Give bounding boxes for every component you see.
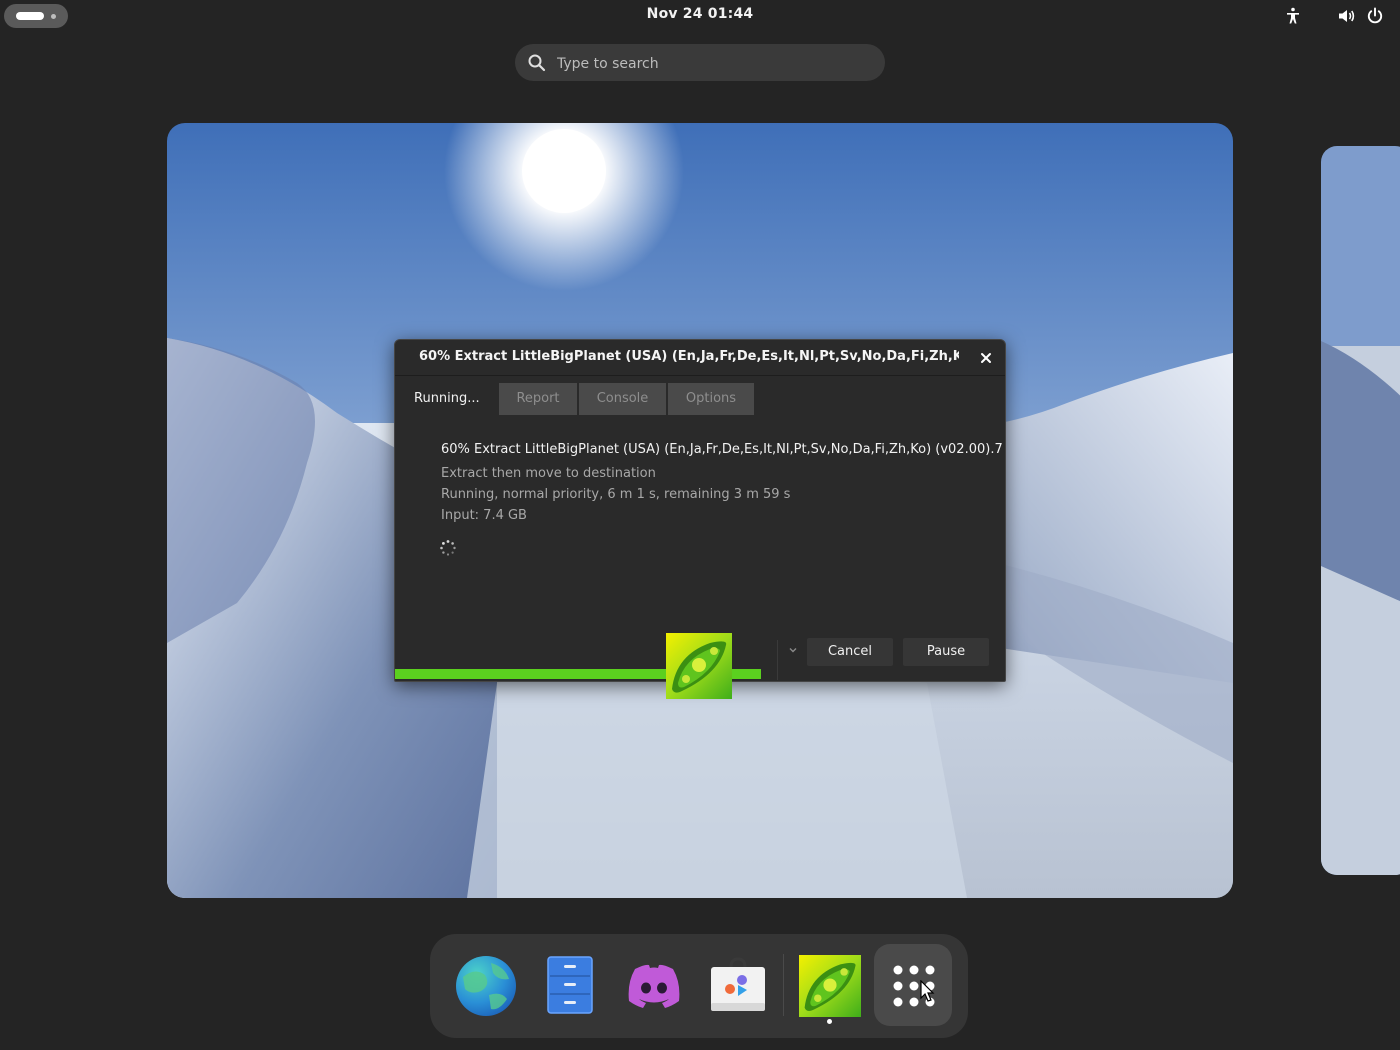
extract-progress-dialog[interactable]: 60% Extract LittleBigPlanet (USA) (En,Ja… (394, 339, 1006, 682)
search-input[interactable] (555, 52, 869, 76)
top-bar: Nov 24 01:44 (0, 0, 1400, 32)
task-name: 60% Extract LittleBigPlanet (USA) (En,Ja… (441, 442, 1003, 457)
files-icon (547, 956, 593, 1014)
discord-icon (628, 964, 680, 1008)
title-separator (395, 375, 1005, 376)
peazip-icon (799, 955, 861, 1017)
search-icon (528, 54, 546, 72)
files-launcher[interactable] (530, 944, 608, 1026)
cancel-button[interactable]: Cancel (807, 638, 893, 666)
task-operation: Extract then move to destination (441, 466, 656, 481)
volume-icon[interactable] (1337, 6, 1357, 26)
pause-button[interactable]: Pause (903, 638, 989, 666)
tab-running[interactable]: Running... (414, 383, 500, 415)
workspace-indicator-dot (51, 14, 56, 19)
tab-options[interactable]: Options (668, 383, 754, 415)
chevron-down-icon[interactable] (787, 644, 799, 656)
peazip-launcher[interactable] (790, 944, 868, 1026)
close-button[interactable] (977, 349, 995, 367)
software-store-icon (711, 957, 765, 1011)
workspace-indicator-active (16, 12, 44, 20)
dash (430, 934, 968, 1038)
software-store-launcher[interactable] (698, 944, 776, 1026)
discord-launcher[interactable] (614, 944, 692, 1026)
button-separator (777, 640, 778, 680)
task-input-size: Input: 7.4 GB (441, 508, 527, 523)
dialog-title: 60% Extract LittleBigPlanet (USA) (En,Ja… (419, 349, 959, 364)
dash-separator (783, 954, 784, 1016)
loading-spinner-icon (440, 540, 456, 556)
power-icon[interactable] (1365, 6, 1385, 26)
clock[interactable]: Nov 24 01:44 (600, 6, 800, 22)
task-status: Running, normal priority, 6 m 1 s, remai… (441, 487, 791, 502)
tab-report[interactable]: Report (499, 383, 577, 415)
close-icon (981, 353, 991, 363)
activities-button[interactable] (4, 4, 68, 28)
web-browser-icon (456, 956, 516, 1016)
running-indicator (827, 1019, 832, 1024)
show-apps-button[interactable] (874, 944, 952, 1026)
accessibility-icon[interactable] (1283, 6, 1303, 26)
tab-console[interactable]: Console (579, 383, 666, 415)
search-bar[interactable] (515, 44, 885, 81)
mouse-pointer-icon (920, 980, 935, 1002)
web-browser-launcher[interactable] (446, 944, 524, 1026)
peazip-window-icon (666, 633, 732, 699)
desktop-wallpaper-next (1321, 146, 1400, 875)
next-workspace-thumbnail[interactable] (1321, 146, 1400, 875)
